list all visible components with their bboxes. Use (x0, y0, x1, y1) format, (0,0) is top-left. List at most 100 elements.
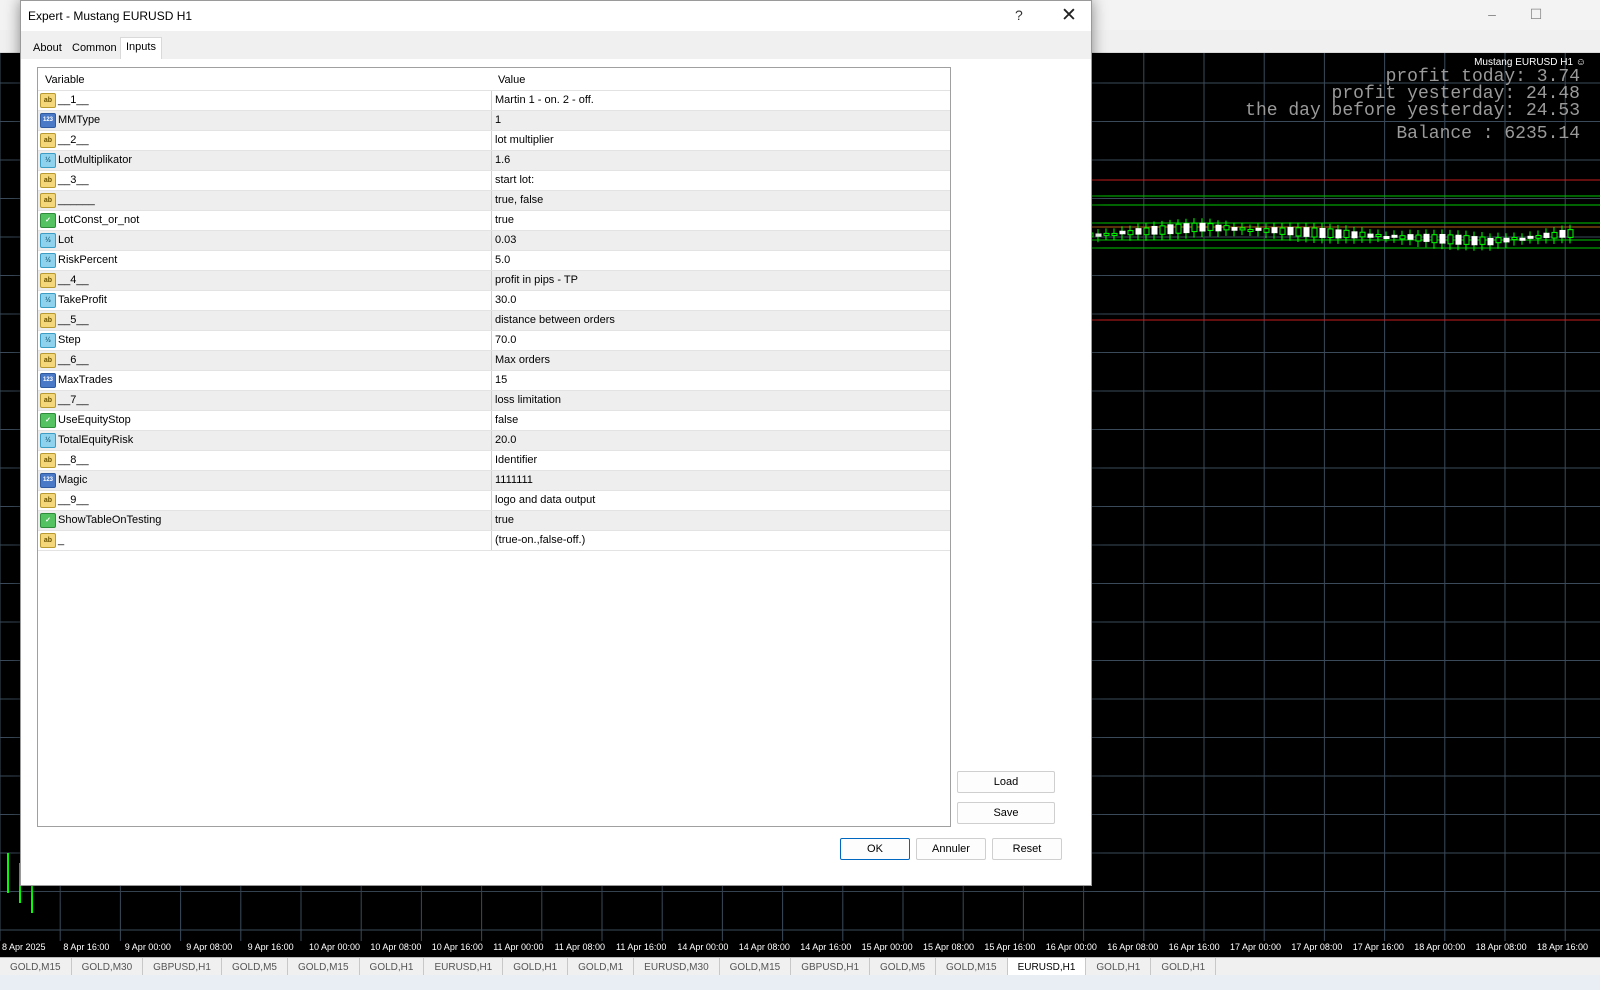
variable-cell[interactable]: ½ Step (38, 331, 492, 350)
input-row[interactable]: ab __5__ distance between orders (38, 311, 950, 331)
symbol-tab[interactable]: GOLD,M5 (222, 958, 288, 976)
input-row[interactable]: ½ Step 70.0 (38, 331, 950, 351)
variable-cell[interactable]: ½ Lot (38, 231, 492, 250)
variable-cell[interactable]: ½ LotMultiplikator (38, 151, 492, 170)
ok-button[interactable]: OK (840, 838, 910, 860)
value-cell[interactable]: Max orders (495, 354, 550, 366)
input-row[interactable]: 123 Magic 1111111 (38, 471, 950, 491)
symbol-tab[interactable]: GOLD,M5 (870, 958, 937, 976)
close-icon[interactable]: ✕ (1061, 4, 1077, 27)
symbol-tab[interactable]: GOLD,H1 (503, 958, 569, 976)
variable-cell[interactable]: 123 MaxTrades (38, 371, 492, 390)
value-cell[interactable]: (true-on.,false-off.) (495, 534, 585, 546)
symbol-tab[interactable]: GOLD,M15 (288, 958, 360, 976)
symbol-tab[interactable]: GOLD,M30 (72, 958, 144, 976)
input-row[interactable]: ab __2__ lot multiplier (38, 131, 950, 151)
input-row[interactable]: ab __4__ profit in pips - TP (38, 271, 950, 291)
value-cell[interactable]: lot multiplier (495, 134, 554, 146)
load-button[interactable]: Load (957, 771, 1055, 793)
tab-inputs[interactable]: Inputs (120, 37, 162, 60)
value-cell[interactable]: Martin 1 - on. 2 - off. (495, 94, 594, 106)
value-cell[interactable]: 5.0 (495, 254, 510, 266)
symbol-tab[interactable]: EURUSD,M30 (634, 958, 720, 976)
value-cell[interactable]: true (495, 214, 514, 226)
symbol-tab[interactable]: GOLD,M1 (568, 958, 635, 976)
value-cell[interactable]: 1.6 (495, 154, 510, 166)
value-cell[interactable]: start lot: (495, 174, 534, 186)
input-row[interactable]: ½ TotalEquityRisk 20.0 (38, 431, 950, 451)
input-row[interactable]: ½ RiskPercent 5.0 (38, 251, 950, 271)
input-row[interactable]: ✓ LotConst_or_not true (38, 211, 950, 231)
input-row[interactable]: ab __7__ loss limitation (38, 391, 950, 411)
value-column-header[interactable]: Value (498, 74, 525, 86)
symbol-tab[interactable]: GBPUSD,H1 (143, 958, 222, 976)
input-row[interactable]: ab ______ true, false (38, 191, 950, 211)
symbol-tab[interactable]: EURUSD,H1 (1007, 958, 1087, 976)
input-row[interactable]: ½ TakeProfit 30.0 (38, 291, 950, 311)
value-cell[interactable]: 20.0 (495, 434, 516, 446)
symbol-tab[interactable]: GBPUSD,H1 (791, 958, 871, 976)
input-row[interactable]: ab __1__ Martin 1 - on. 2 - off. (38, 91, 950, 111)
save-button[interactable]: Save (957, 802, 1055, 824)
variable-cell[interactable]: ab __7__ (38, 391, 492, 410)
variable-cell[interactable]: ab __6__ (38, 351, 492, 370)
variable-cell[interactable]: ab _ (38, 531, 492, 550)
value-cell[interactable]: 1111111 (495, 474, 533, 486)
value-cell[interactable]: 15 (495, 374, 507, 386)
input-row[interactable]: ab __8__ Identifier (38, 451, 950, 471)
value-cell[interactable]: 1 (495, 114, 501, 126)
value-cell[interactable]: distance between orders (495, 314, 615, 326)
variable-cell[interactable]: ½ TotalEquityRisk (38, 431, 492, 450)
input-row[interactable]: ab __3__ start lot: (38, 171, 950, 191)
variable-cell[interactable]: ab __3__ (38, 171, 492, 190)
input-row[interactable]: ✓ UseEquityStop false (38, 411, 950, 431)
input-row[interactable]: 123 MMType 1 (38, 111, 950, 131)
variable-cell[interactable]: ab __9__ (38, 491, 492, 510)
value-cell[interactable]: 30.0 (495, 294, 516, 306)
variable-cell[interactable]: ab __4__ (38, 271, 492, 290)
reset-button[interactable]: Reset (992, 838, 1062, 860)
input-row[interactable]: ab __6__ Max orders (38, 351, 950, 371)
symbol-tab[interactable]: GOLD,H1 (1086, 958, 1152, 976)
input-row[interactable]: ab __9__ logo and data output (38, 491, 950, 511)
value-cell[interactable]: true, false (495, 194, 543, 206)
symbol-tab[interactable]: GOLD,H1 (1151, 958, 1217, 976)
minimize-icon[interactable]: – (1484, 6, 1500, 22)
help-icon[interactable]: ? (1015, 7, 1023, 23)
variable-cell[interactable]: ab ______ (38, 191, 492, 210)
input-row[interactable]: ½ LotMultiplikator 1.6 (38, 151, 950, 171)
value-cell[interactable]: Identifier (495, 454, 537, 466)
symbol-tab[interactable]: GOLD,H1 (360, 958, 425, 976)
tab-common[interactable]: Common (67, 39, 122, 59)
input-row[interactable]: ✓ ShowTableOnTesting true (38, 511, 950, 531)
variable-cell[interactable]: ab __2__ (38, 131, 492, 150)
variable-cell[interactable]: 123 Magic (38, 471, 492, 490)
symbol-tab[interactable]: GOLD,M15 (0, 958, 72, 976)
value-cell[interactable]: true (495, 514, 514, 526)
value-cell[interactable]: 0.03 (495, 234, 516, 246)
variable-cell[interactable]: ½ TakeProfit (38, 291, 492, 310)
maximize-icon[interactable]: ☐ (1528, 6, 1544, 22)
variable-cell[interactable]: ½ RiskPercent (38, 251, 492, 270)
input-row[interactable]: ab _ (true-on.,false-off.) (38, 531, 950, 551)
value-cell[interactable]: logo and data output (495, 494, 595, 506)
value-cell[interactable]: loss limitation (495, 394, 561, 406)
variable-cell[interactable]: 123 MMType (38, 111, 492, 130)
input-row[interactable]: 123 MaxTrades 15 (38, 371, 950, 391)
variable-cell[interactable]: ab __5__ (38, 311, 492, 330)
input-row[interactable]: ½ Lot 0.03 (38, 231, 950, 251)
value-cell[interactable]: 70.0 (495, 334, 516, 346)
variable-cell[interactable]: ✓ LotConst_or_not (38, 211, 492, 230)
variable-cell[interactable]: ab __1__ (38, 91, 492, 110)
value-cell[interactable]: profit in pips - TP (495, 274, 578, 286)
symbol-tab[interactable]: GOLD,M15 (720, 958, 792, 976)
variable-column-header[interactable]: Variable (45, 74, 85, 86)
tab-about[interactable]: About (28, 39, 67, 59)
symbol-tab[interactable]: EURUSD,H1 (424, 958, 504, 976)
symbol-tab[interactable]: GOLD,M15 (936, 958, 1008, 976)
cancel-button[interactable]: Annuler (916, 838, 986, 860)
variable-cell[interactable]: ab __8__ (38, 451, 492, 470)
value-cell[interactable]: false (495, 414, 518, 426)
variable-cell[interactable]: ✓ UseEquityStop (38, 411, 492, 430)
variable-cell[interactable]: ✓ ShowTableOnTesting (38, 511, 492, 530)
